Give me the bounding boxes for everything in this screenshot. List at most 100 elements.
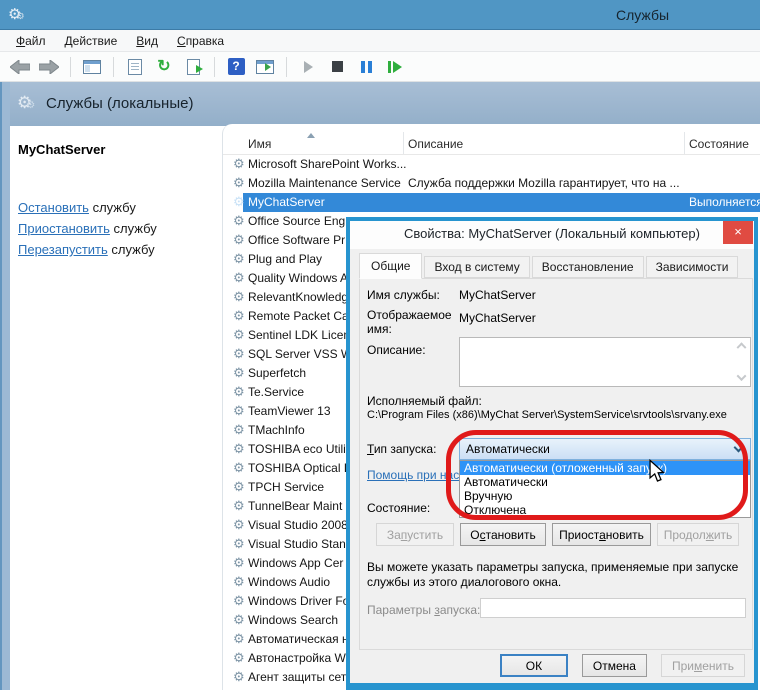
service-gear-icon: ⚙	[233, 346, 245, 362]
service-name-cell: SQL Server VSS Wr	[248, 347, 356, 361]
menu-item[interactable]: Файл	[13, 32, 49, 50]
scroll-up-icon[interactable]	[738, 341, 747, 350]
dialog-footer: ОКОтменаПрименить	[500, 654, 745, 677]
service-name-cell: Агент защиты сет	[248, 670, 346, 684]
show-action-pane-icon[interactable]	[254, 56, 276, 78]
service-state-cell: Выполняется	[689, 195, 760, 209]
header-band: ⚙⚙ Службы (локальные)	[0, 82, 760, 126]
service-row[interactable]: ⚙ Microsoft SharePoint Works...	[223, 155, 760, 174]
dialog-tab[interactable]: Общие	[359, 253, 422, 279]
title-bar: ⚙⚙ Службы	[0, 0, 760, 30]
service-action-link[interactable]: Остановить	[18, 200, 89, 215]
toolbar-separator	[70, 57, 71, 77]
dialog-title-bar: Свойства: MyChatServer (Локальный компью…	[350, 221, 754, 249]
dialog-tabs: ОбщиеВход в системуВосстановлениеЗависим…	[359, 252, 740, 278]
column-header-name[interactable]: Имя	[248, 137, 271, 151]
sort-ascending-icon	[307, 133, 315, 138]
toolbar-separator	[214, 57, 215, 77]
description-textarea[interactable]	[459, 337, 751, 387]
service-gear-icon: ⚙	[233, 403, 245, 419]
service-name-cell: MyChatServer	[248, 195, 325, 209]
service-name-cell: TOSHIBA eco Utilit	[248, 442, 349, 456]
service-name-cell: Plug and Play	[248, 252, 322, 266]
service-gear-icon: ⚙	[233, 650, 245, 666]
service-name-cell: TunnelBear Maint	[248, 499, 342, 513]
service-name-cell: Te.Service	[248, 385, 304, 399]
service-gear-icon: ⚙	[233, 365, 245, 381]
service-gear-icon: ⚙	[233, 593, 245, 609]
menu-item[interactable]: Действие	[62, 32, 121, 50]
menu-item[interactable]: Вид	[133, 32, 161, 50]
pause-service-icon[interactable]	[355, 56, 377, 78]
service-gear-icon: ⚙	[233, 517, 245, 533]
refresh-icon[interactable]: ↻	[153, 56, 175, 78]
stop-service-icon[interactable]	[326, 56, 348, 78]
resume-service-button: Продолжить	[657, 523, 739, 546]
executable-path: C:\Program Files (x86)\MyChat Server\Sys…	[367, 409, 727, 421]
column-header-description[interactable]: Описание	[408, 137, 463, 151]
service-row[interactable]: ⚙ MyChatServer Выполняется	[223, 193, 760, 212]
dialog-tab[interactable]: Зависимости	[646, 256, 739, 278]
service-action-link[interactable]: Перезапустить	[18, 242, 108, 257]
back-icon[interactable]	[9, 56, 31, 78]
export-list-icon[interactable]	[182, 56, 204, 78]
dialog-tab[interactable]: Восстановление	[532, 256, 644, 278]
column-divider[interactable]	[684, 132, 685, 154]
service-action: Перезапустить службу	[18, 239, 222, 260]
display-name-value: MyChatServer	[459, 311, 536, 325]
start-service-icon	[297, 56, 319, 78]
service-gear-icon: ⚙	[233, 308, 245, 324]
properties-icon[interactable]	[124, 56, 146, 78]
forward-icon[interactable]	[38, 56, 60, 78]
description-label: Описание:	[367, 343, 426, 357]
service-action-suffix: службу	[108, 242, 155, 257]
service-name-cell: Superfetch	[248, 366, 306, 380]
help-icon[interactable]: ?	[225, 56, 247, 78]
scroll-down-icon[interactable]	[738, 374, 747, 383]
menu-item[interactable]: Справка	[174, 32, 227, 50]
service-name-cell: Автоматическая н	[248, 632, 349, 646]
service-name-cell: Quality Windows A	[248, 271, 348, 285]
service-action-suffix: службу	[89, 200, 136, 215]
chevron-down-icon	[734, 443, 744, 453]
dropdown-option[interactable]: Вручную	[460, 489, 750, 503]
service-gear-icon: ⚙	[233, 536, 245, 552]
service-gear-icon: ⚙	[233, 156, 245, 172]
close-icon[interactable]: ×	[723, 221, 753, 244]
service-name-cell: Windows Driver Fo	[248, 594, 349, 608]
service-name-cell: TMachInfo	[248, 423, 305, 437]
service-name-cell: Windows App Cer	[248, 556, 343, 570]
resume-service-icon[interactable]	[384, 56, 406, 78]
list-column-header: Имя Описание Состояние	[223, 132, 760, 155]
service-name-cell: Mozilla Maintenance Service	[248, 176, 401, 190]
column-header-state[interactable]: Состояние	[689, 137, 749, 151]
cancel-button[interactable]: Отмена	[582, 654, 647, 677]
service-gear-icon: ⚙	[233, 460, 245, 476]
dropdown-option[interactable]: Автоматически	[460, 475, 750, 489]
startup-type-combobox[interactable]: Автоматически	[459, 438, 751, 460]
service-gear-icon: ⚙	[233, 213, 245, 229]
toolbar: ↻ ?	[0, 52, 760, 82]
dialog-title: Свойства: MyChatServer (Локальный компью…	[350, 221, 754, 247]
service-name-cell: Microsoft SharePoint Works...	[248, 157, 407, 171]
ok-button[interactable]: ОК	[500, 654, 568, 677]
service-gear-icon: ⚙	[233, 498, 245, 514]
service-gear-icon: ⚙	[233, 251, 245, 267]
column-divider[interactable]	[403, 132, 404, 154]
service-action-link[interactable]: Приостановить	[18, 221, 110, 236]
show-console-tree-icon[interactable]	[81, 56, 103, 78]
service-gear-icon: ⚙	[233, 574, 245, 590]
dropdown-option[interactable]: Автоматически (отложенный запуск)	[460, 461, 750, 475]
service-row[interactable]: ⚙ Mozilla Maintenance Service Служба под…	[223, 174, 760, 193]
dialog-tab[interactable]: Вход в систему	[424, 256, 529, 278]
services-app-icon: ⚙⚙	[8, 5, 25, 23]
startup-help-link[interactable]: Помощь при нас	[367, 468, 459, 482]
service-gear-icon: ⚙	[233, 555, 245, 571]
dropdown-option[interactable]: Отключена	[460, 503, 750, 517]
pause-service-button[interactable]: Приостановить	[552, 523, 651, 546]
state-label: Состояние:	[367, 501, 430, 515]
service-gear-icon: ⚙	[233, 669, 245, 685]
stop-service-button[interactable]: Остановить	[460, 523, 546, 546]
service-gear-icon: ⚙	[233, 441, 245, 457]
toolbar-separator	[113, 57, 114, 77]
